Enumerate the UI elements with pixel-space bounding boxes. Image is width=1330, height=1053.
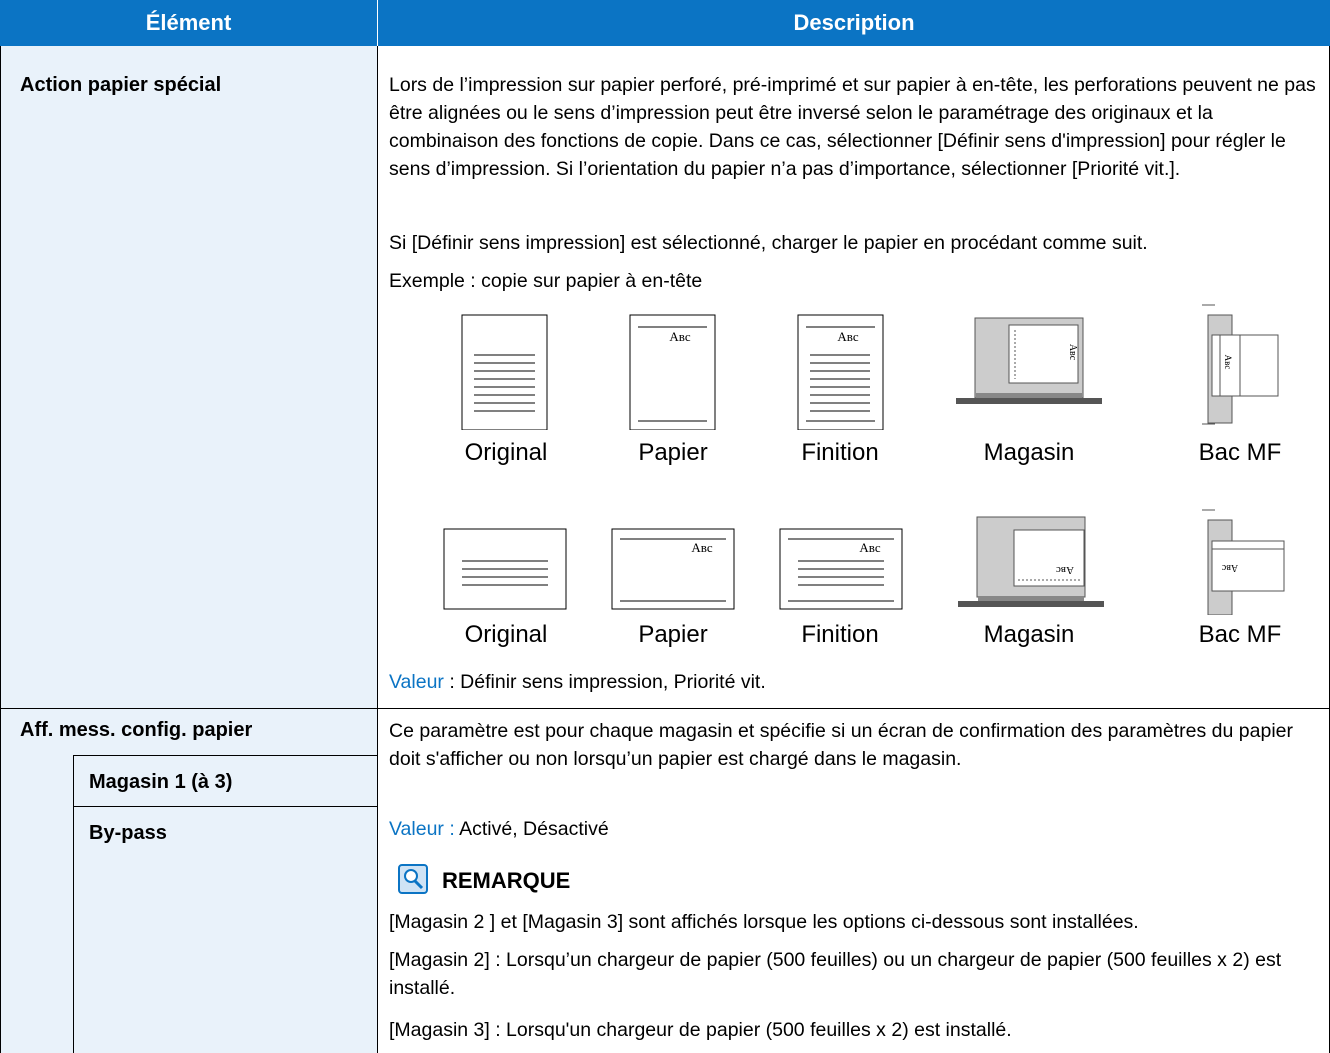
caption-papier-1: Papier	[638, 439, 708, 466]
finished-portrait-sheet: Aвс	[797, 314, 884, 430]
mp-tray-portrait-diagram: Aвс	[1202, 304, 1279, 425]
row1-description: Lors de l’impression sur papier perforé,…	[389, 74, 1316, 180]
value-label: Valeur	[389, 671, 444, 693]
note-line-2: [Magasin 2] : Lorsqu’un chargeur de papi…	[389, 949, 1282, 999]
row1-value: Valeur : Définir sens impression, Priori…	[389, 668, 1324, 696]
row1-instruction: Si [Définir sens impression] est sélecti…	[389, 232, 1148, 254]
paper-portrait-sheet: Aвс	[629, 314, 716, 430]
row2-value: Valeur : Activé, Désactivé	[389, 815, 1324, 843]
note-title: REMARQUE	[442, 868, 571, 893]
svg-text:Aвс: Aвс	[1067, 344, 1078, 361]
caption-papier-2: Papier	[638, 621, 708, 648]
row-divider	[0, 708, 1330, 709]
note-line-1: [Magasin 2 ] et [Magasin 3] sont affiché…	[389, 911, 1139, 933]
subrow-indent-line	[73, 755, 74, 1053]
svg-text:Aвс: Aвс	[859, 540, 880, 555]
row-label-aff-mess-config: Aff. mess. config. papier	[20, 719, 253, 741]
subrow-mid-line	[73, 806, 377, 807]
svg-text:Aвс: Aвс	[691, 540, 712, 555]
settings-table: Élément Description Action papier spécia…	[0, 0, 1330, 1053]
row-label-action-papier-special: Action papier spécial	[20, 74, 222, 96]
column-divider	[377, 46, 378, 1053]
caption-finition-1: Finition	[801, 439, 879, 466]
value-text-2: Activé, Désactivé	[454, 818, 609, 840]
cassette-landscape-diagram: Aвс	[958, 516, 1104, 607]
subrow-label-magasin: Magasin 1 (à 3)	[89, 771, 233, 793]
header-element: Élément	[0, 0, 377, 46]
header-divider	[377, 0, 378, 46]
caption-original-1: Original	[464, 439, 548, 466]
table-border-left	[0, 46, 1, 1053]
caption-magasin-1: Magasin	[983, 439, 1075, 466]
subrow-top-line	[73, 755, 377, 756]
figure-landscape-row: Aвс Aвс Aвс Aвс	[443, 509, 1285, 615]
paper-landscape-sheet: Aвс	[611, 528, 735, 610]
subrow-label-bypass: By-pass	[89, 822, 167, 844]
finished-landscape-sheet: Aвс	[779, 528, 903, 610]
svg-text:Aвс: Aвс	[837, 329, 858, 344]
caption-original-2: Original	[464, 621, 548, 648]
mp-tray-landscape-diagram: Aвс	[1202, 509, 1285, 615]
svg-text:Aвс: Aвс	[1056, 564, 1074, 576]
value-text: : Définir sens impression, Priorité vit.	[443, 671, 766, 693]
original-landscape-sheet	[443, 528, 567, 610]
caption-bacmf-1: Bac MF	[1198, 439, 1282, 466]
header-description: Description	[378, 0, 1330, 46]
svg-text:Aвс: Aвс	[1221, 562, 1238, 573]
caption-finition-2: Finition	[801, 621, 879, 648]
original-portrait-sheet	[461, 314, 548, 430]
magnifier-note-icon	[398, 864, 428, 894]
svg-text:Aвс: Aвс	[1223, 355, 1233, 370]
svg-text:Aвс: Aвс	[669, 329, 690, 344]
caption-magasin-2: Magasin	[983, 621, 1075, 648]
row2-description: Ce paramètre est pour chaque magasin et …	[389, 720, 1293, 770]
caption-bacmf-2: Bac MF	[1198, 621, 1282, 648]
note-line-3: [Magasin 3] : Lorsqu'un chargeur de papi…	[389, 1019, 1012, 1041]
figure-portrait-row: Aвс Aвс Aвс Aвс	[461, 304, 1279, 430]
row1-example: Exemple : copie sur papier à en-tête	[389, 270, 703, 292]
value-label-2: Valeur :	[389, 818, 455, 840]
cassette-portrait-diagram: Aвс	[956, 317, 1102, 404]
subrow-area	[73, 755, 377, 1053]
